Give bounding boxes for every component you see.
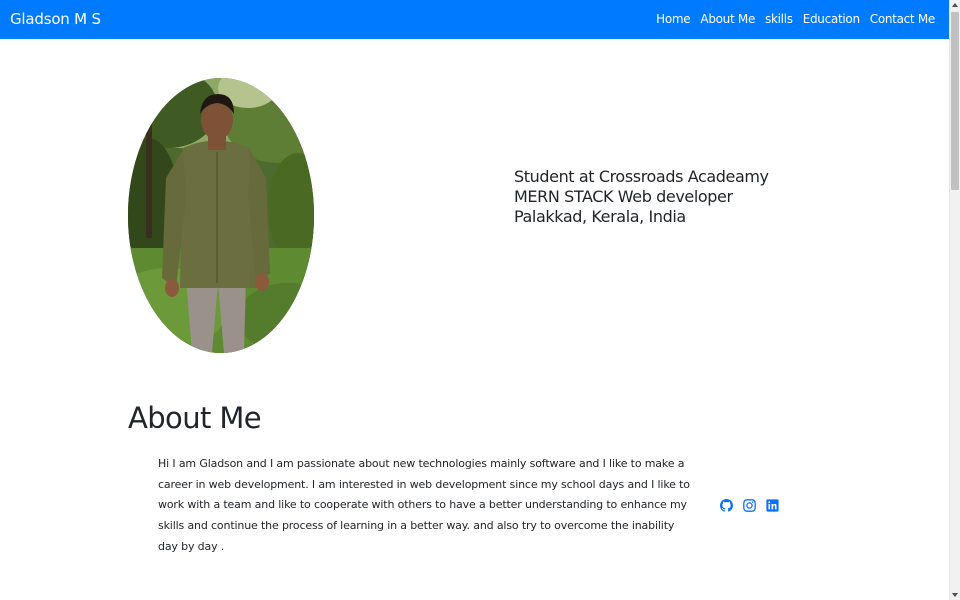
scroll-thumb[interactable] [951, 12, 959, 190]
github-icon-graphic [720, 499, 733, 512]
hero-line-title: MERN STACK Web developer [514, 187, 733, 206]
nav-link-home[interactable]: Home [656, 12, 691, 26]
profile-photo [128, 78, 314, 353]
navbar: Gladson M S Home About Me skills Educati… [0, 0, 949, 39]
nav-link-about-me[interactable]: About Me [700, 12, 755, 26]
hero-info: Student at Crossroads Acadeamy MERN STAC… [514, 167, 769, 227]
nav-links: Home About Me skills Education Contact M… [656, 12, 935, 26]
scroll-down-icon[interactable] [952, 593, 958, 597]
about-description: Hi I am Gladson and I am passionate abou… [158, 457, 690, 553]
hero-line-location: Palakkad, Kerala, India [514, 207, 686, 226]
profile-photo-graphic [128, 78, 314, 353]
page: Gladson M S Home About Me skills Educati… [0, 0, 949, 600]
instagram-icon[interactable] [743, 497, 756, 512]
nav-link-contact-me[interactable]: Contact Me [870, 12, 936, 26]
scroll-up-icon[interactable] [952, 3, 958, 7]
social-links [720, 497, 779, 512]
about-heading: About Me [128, 401, 262, 435]
nav-link-education[interactable]: Education [803, 12, 860, 26]
hero-line-role: Student at Crossroads Acadeamy [514, 167, 769, 186]
linkedin-icon[interactable] [766, 497, 779, 512]
github-icon[interactable] [720, 497, 733, 512]
browser-viewport: Gladson M S Home About Me skills Educati… [0, 0, 960, 600]
nav-link-skills[interactable]: skills [765, 12, 793, 26]
linkedin-icon-graphic [766, 499, 779, 512]
instagram-icon-graphic [743, 499, 756, 512]
brand-link[interactable]: Gladson M S [10, 10, 101, 28]
vertical-scrollbar[interactable] [949, 0, 960, 600]
